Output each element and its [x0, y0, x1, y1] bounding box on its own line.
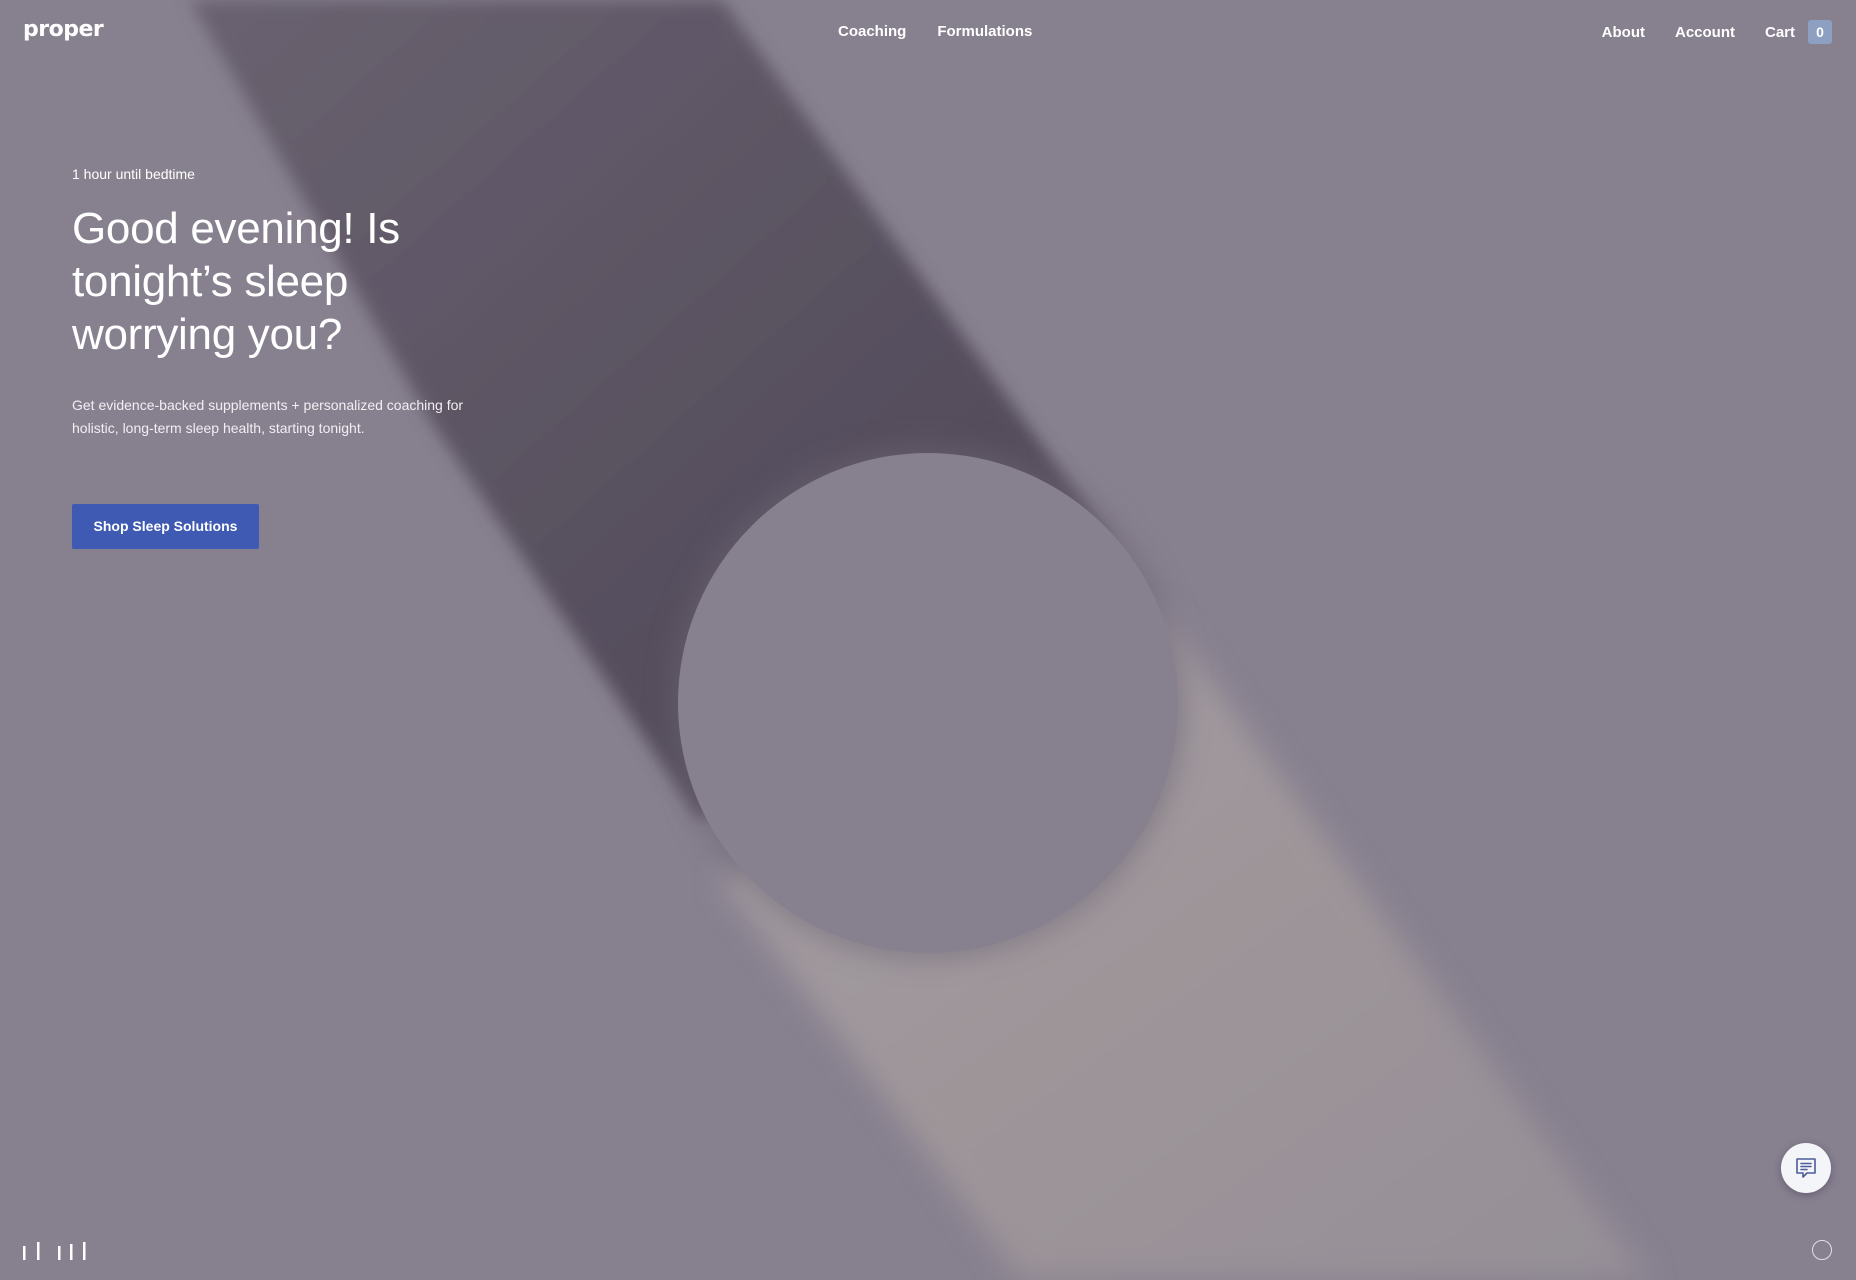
circle-icon[interactable] — [1812, 1240, 1832, 1260]
cart-label: Cart — [1764, 24, 1795, 41]
sound-bars-icon — [23, 1242, 86, 1260]
secondary-nav: About Account Cart 0 — [1602, 20, 1832, 44]
bedtime-countdown: 1 hour until bedtime — [72, 166, 195, 182]
cart-link[interactable]: Cart 0 — [1764, 20, 1832, 44]
nav-about[interactable]: About — [1602, 23, 1645, 43]
nav-account[interactable]: Account — [1675, 23, 1735, 43]
site-header: proper Coaching Formulations About Accou… — [0, 0, 1856, 64]
primary-nav: Coaching Formulations — [838, 22, 1032, 42]
chat-icon — [1796, 1158, 1816, 1178]
nav-formulations[interactable]: Formulations — [937, 22, 1032, 42]
hero-subcopy: Get evidence-backed supplements + person… — [72, 397, 464, 436]
sound-toggle[interactable] — [23, 1240, 89, 1267]
cart-count-badge: 0 — [1808, 20, 1832, 44]
hero-headline: Good evening! Is tonight’s sleep worryin… — [72, 204, 400, 359]
nav-coaching[interactable]: Coaching — [838, 22, 906, 42]
shop-sleep-solutions-button[interactable]: Shop Sleep Solutions — [72, 504, 259, 549]
logo[interactable]: proper — [23, 17, 104, 42]
chat-button[interactable] — [1781, 1143, 1831, 1193]
hero-section: 1 hour until bedtime Good evening! Is to… — [72, 164, 492, 549]
